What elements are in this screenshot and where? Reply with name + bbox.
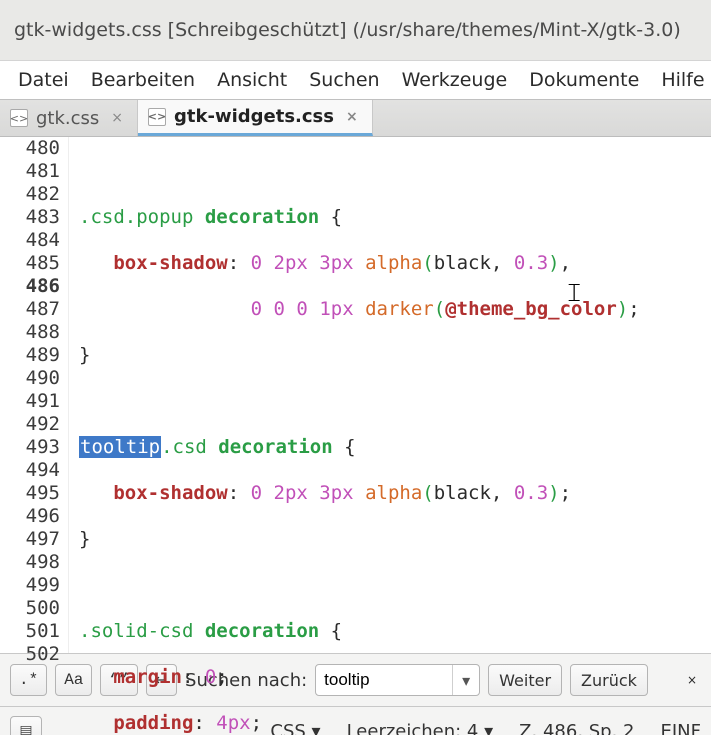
line-number: 495 [0,482,60,505]
line-number: 483 [0,206,60,229]
line-number: 481 [0,160,60,183]
line-number: 485 [0,252,60,275]
close-icon[interactable]: × [111,110,123,126]
line-number: 482 [0,183,60,206]
file-icon: <> [10,109,28,127]
menubar: Datei Bearbeiten Ansicht Suchen Werkzeug… [0,61,711,99]
menu-search[interactable]: Suchen [309,69,379,91]
menu-documents[interactable]: Dokumente [529,69,639,91]
menu-help[interactable]: Hilfe [661,69,704,91]
code-line [79,160,711,183]
code-line: tooltip.csd decoration { [79,436,711,459]
line-number: 492 [0,413,60,436]
code-line: margin: 0; [79,666,711,689]
line-number: 498 [0,551,60,574]
line-number: 487 [0,298,60,321]
line-number: 490 [0,367,60,390]
tab-label: gtk.css [36,108,99,129]
regex-toggle[interactable]: .* [10,664,47,696]
menu-tools[interactable]: Werkzeuge [402,69,508,91]
tab-label: gtk-widgets.css [174,106,334,127]
close-icon[interactable]: × [346,109,358,125]
line-number: 489 [0,344,60,367]
line-number-current: 486 [0,275,60,298]
file-icon: <> [148,108,166,126]
line-number: 497 [0,528,60,551]
search-highlight: tooltip [79,436,161,458]
window-title-text: gtk-widgets.css [Schreibgeschützt] (/usr… [14,19,681,41]
line-number: 484 [0,229,60,252]
line-number: 496 [0,505,60,528]
menu-edit[interactable]: Bearbeiten [91,69,195,91]
code-line: .csd.popup decoration { [79,206,711,229]
line-number: 488 [0,321,60,344]
code-line: .solid-csd decoration { [79,620,711,643]
code-area[interactable]: .csd.popup decoration { box-shadow: 0 2p… [69,137,711,653]
code-line [79,390,711,413]
line-number: 500 [0,597,60,620]
line-number: 501 [0,620,60,643]
text-cursor-icon: 𝙸 [565,281,583,304]
menu-view[interactable]: Ansicht [217,69,287,91]
code-line: box-shadow: 0 2px 3px alpha(black, 0.3); [79,482,711,505]
side-panel-button[interactable]: ▤ [10,716,42,735]
tab-bar: <> gtk.css × <> gtk-widgets.css × [0,99,711,137]
editor[interactable]: 480 481 482 483 484 485 486 487 488 489 … [0,137,711,653]
window-title: gtk-widgets.css [Schreibgeschützt] (/usr… [0,0,711,61]
code-line: box-shadow: 0 2px 3px alpha(black, 0.3), [79,252,711,275]
code-line: 0 0 0 1px darker(@theme_bg_color); [79,298,711,321]
code-line: padding: 4px; [79,712,711,735]
line-gutter: 480 481 482 483 484 485 486 487 488 489 … [0,137,69,653]
panel-icon: ▤ [19,723,32,735]
code-line: } [79,344,711,367]
tab-gtk-widgets-css[interactable]: <> gtk-widgets.css × [138,100,373,136]
line-number: 502 [0,643,60,666]
code-line: } [79,528,711,551]
code-line [79,574,711,597]
menu-file[interactable]: Datei [18,69,69,91]
line-number: 499 [0,574,60,597]
line-number: 480 [0,137,60,160]
tab-gtk-css[interactable]: <> gtk.css × [0,100,138,136]
line-number: 494 [0,459,60,482]
line-number: 491 [0,390,60,413]
line-number: 493 [0,436,60,459]
